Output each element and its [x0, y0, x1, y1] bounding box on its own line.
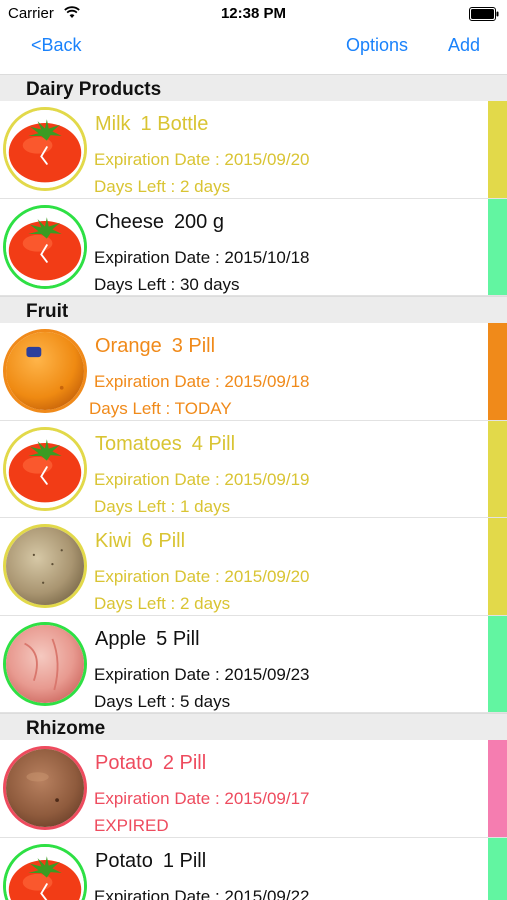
apple-photo: [3, 621, 87, 706]
status-strip: [488, 323, 507, 420]
item-row[interactable]: Apple 5 Pill Expiration Date : 2015/09/23 D…: [0, 615, 507, 713]
item-row[interactable]: Tomatoes 4 Pill Expiration Date : 2015/09/…: [0, 420, 507, 518]
expiration-date: Expiration Date : 2015/09/19: [94, 469, 310, 489]
item-row[interactable]: Potato 2 Pill Expiration Date : 2015/09/17…: [0, 740, 507, 838]
item-row[interactable]: Kiwi 6 Pill Expiration Date : 2015/09/20 Da…: [0, 518, 507, 616]
days-left: Days Left : 1 days: [94, 496, 231, 516]
item-title: Potato 2 Pill: [95, 752, 206, 775]
nav-bar: <Back Options Add: [0, 28, 507, 74]
expiration-date: Expiration Date : 2015/09/17: [94, 789, 310, 808]
days-left: Days Left : 30 days: [94, 274, 240, 294]
status-strip: [488, 518, 507, 615]
item-quantity: 4 Pill: [191, 432, 236, 455]
potato-photo: [3, 746, 87, 830]
section-header: Rhizome: [0, 713, 507, 740]
tomato-icon: [3, 426, 87, 511]
item-name: Orange: [95, 335, 162, 357]
item-row[interactable]: Cheese 200 g Expiration Date : 2015/10/18 D…: [0, 198, 507, 296]
item-title: Kiwi 6 Pill: [95, 530, 185, 553]
expiration-date: Expiration Date : 2015/09/22: [94, 886, 310, 900]
item-title: Apple 5 Pill: [95, 628, 200, 651]
item-row[interactable]: Potato 1 Pill Expiration Date : 2015/09/22: [0, 837, 507, 900]
days-left: Days Left : 2 days: [94, 177, 231, 196]
item-name: Cheese: [95, 210, 164, 233]
item-row[interactable]: Milk 1 Bottle Expiration Date : 2015/09/20…: [0, 101, 507, 199]
expiration-date: Expiration Date : 2015/09/18: [94, 372, 310, 391]
days-left: Days Left : 2 days: [94, 594, 231, 613]
days-left: Days Left : TODAY: [89, 399, 232, 418]
days-left: EXPIRED: [94, 816, 169, 835]
status-strip: [488, 101, 507, 198]
status-strip: [488, 615, 507, 712]
orange-photo: [3, 329, 87, 413]
status-time: 12:38 PM: [220, 5, 287, 22]
status-bar: Carrier 12:38 PM: [0, 0, 507, 28]
item-quantity: 6 Pill: [141, 530, 186, 552]
status-strip: [488, 198, 507, 295]
item-title: Milk 1 Bottle: [95, 113, 208, 136]
item-quantity: 1 Pill: [162, 849, 207, 872]
item-quantity: 200 g: [173, 210, 224, 233]
status-strip: [488, 420, 507, 517]
item-quantity: 3 Pill: [171, 335, 216, 357]
status-strip: [488, 740, 507, 837]
section-header: Dairy Products: [0, 74, 507, 101]
item-quantity: 2 Pill: [162, 752, 207, 774]
item-name: Potato: [95, 849, 153, 872]
tomato-icon: [3, 204, 87, 289]
expiration-date: Expiration Date : 2015/10/18: [94, 247, 310, 267]
item-name: Tomatoes: [95, 432, 182, 455]
expiration-date: Expiration Date : 2015/09/20: [94, 150, 310, 169]
status-strip: [488, 837, 507, 900]
battery-icon: [469, 7, 499, 21]
item-name: Milk: [95, 113, 131, 135]
kiwi-photo: [3, 524, 87, 608]
back-button[interactable]: <Back: [31, 35, 82, 56]
options-button[interactable]: Options: [346, 35, 408, 56]
expiration-date: Expiration Date : 2015/09/20: [94, 567, 310, 586]
item-quantity: 5 Pill: [156, 627, 200, 650]
add-button[interactable]: Add: [448, 35, 480, 56]
item-title: Potato 1 Pill: [95, 850, 206, 873]
tomato-icon: [3, 843, 87, 900]
item-row[interactable]: Orange 3 Pill Expiration Date : 2015/09/18…: [0, 323, 507, 421]
item-title: Cheese 200 g: [95, 211, 224, 234]
section-header: Fruit: [0, 296, 507, 323]
days-left: Days Left : 5 days: [94, 691, 231, 711]
item-list: Dairy Products Milk 1 Bottle Expiration Dat…: [0, 74, 507, 900]
expiration-date: Expiration Date : 2015/09/23: [94, 664, 310, 684]
item-title: Orange 3 Pill: [95, 335, 215, 358]
item-title: Tomatoes 4 Pill: [95, 433, 235, 456]
item-quantity: 1 Bottle: [140, 113, 209, 135]
item-name: Apple: [95, 627, 147, 650]
item-name: Potato: [95, 752, 153, 774]
tomato-icon: [3, 107, 87, 191]
item-name: Kiwi: [95, 530, 132, 552]
